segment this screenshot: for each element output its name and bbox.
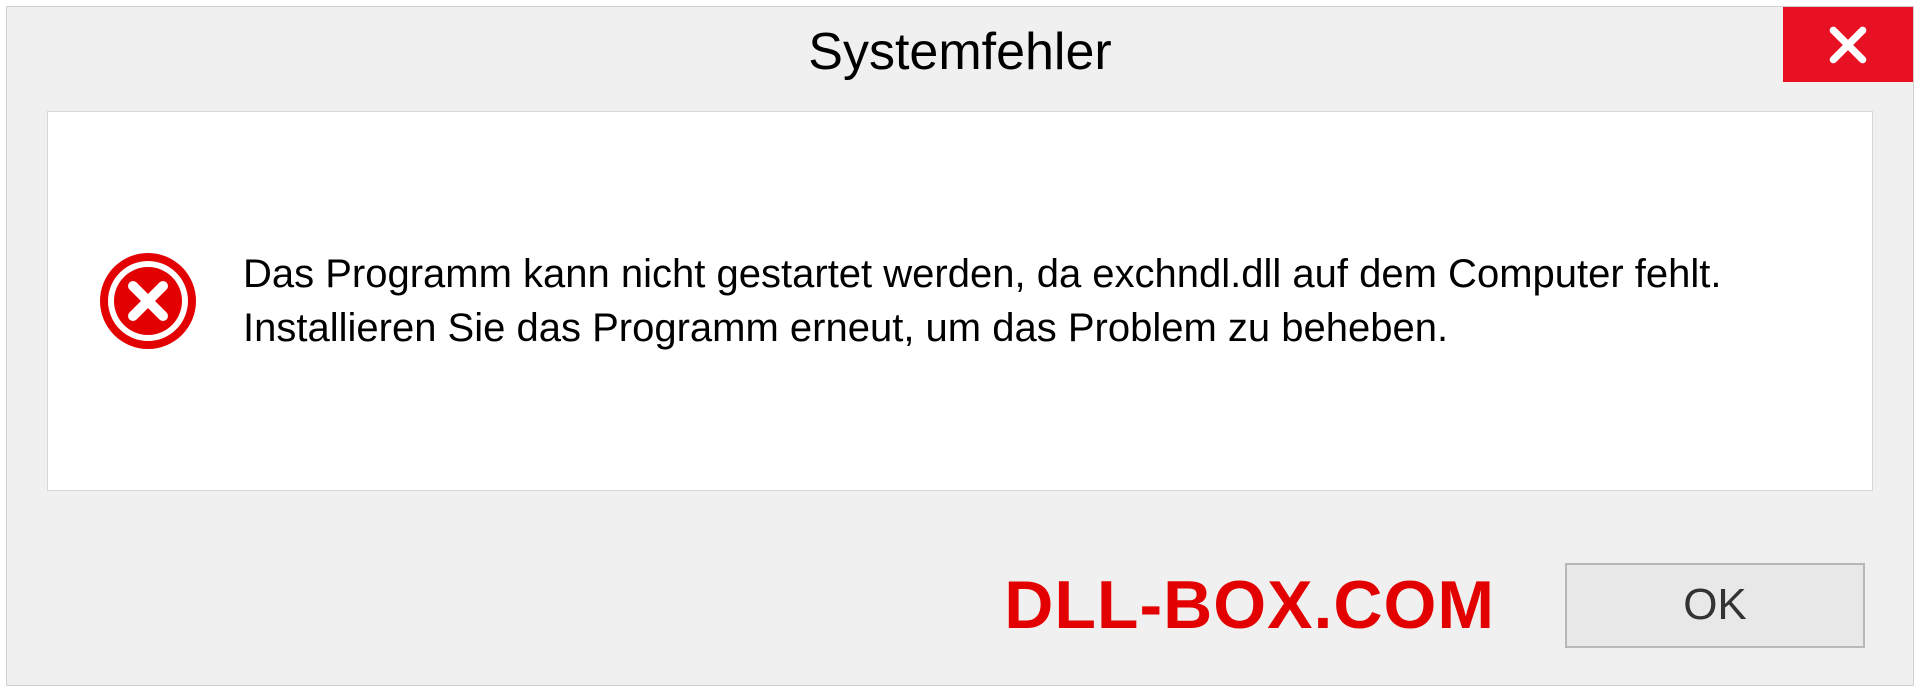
ok-button[interactable]: OK bbox=[1565, 563, 1865, 648]
close-button[interactable] bbox=[1783, 7, 1913, 82]
error-dialog: Systemfehler Das Programm kann nicht ges… bbox=[6, 6, 1914, 686]
dialog-title: Systemfehler bbox=[808, 22, 1111, 82]
titlebar: Systemfehler bbox=[7, 7, 1913, 97]
watermark-text: DLL-BOX.COM bbox=[1004, 566, 1495, 644]
error-message: Das Programm kann nicht gestartet werden… bbox=[243, 247, 1822, 355]
error-icon bbox=[98, 251, 198, 351]
content-panel: Das Programm kann nicht gestartet werden… bbox=[47, 111, 1873, 491]
close-icon bbox=[1826, 23, 1870, 67]
dialog-footer: DLL-BOX.COM OK bbox=[7, 525, 1913, 685]
